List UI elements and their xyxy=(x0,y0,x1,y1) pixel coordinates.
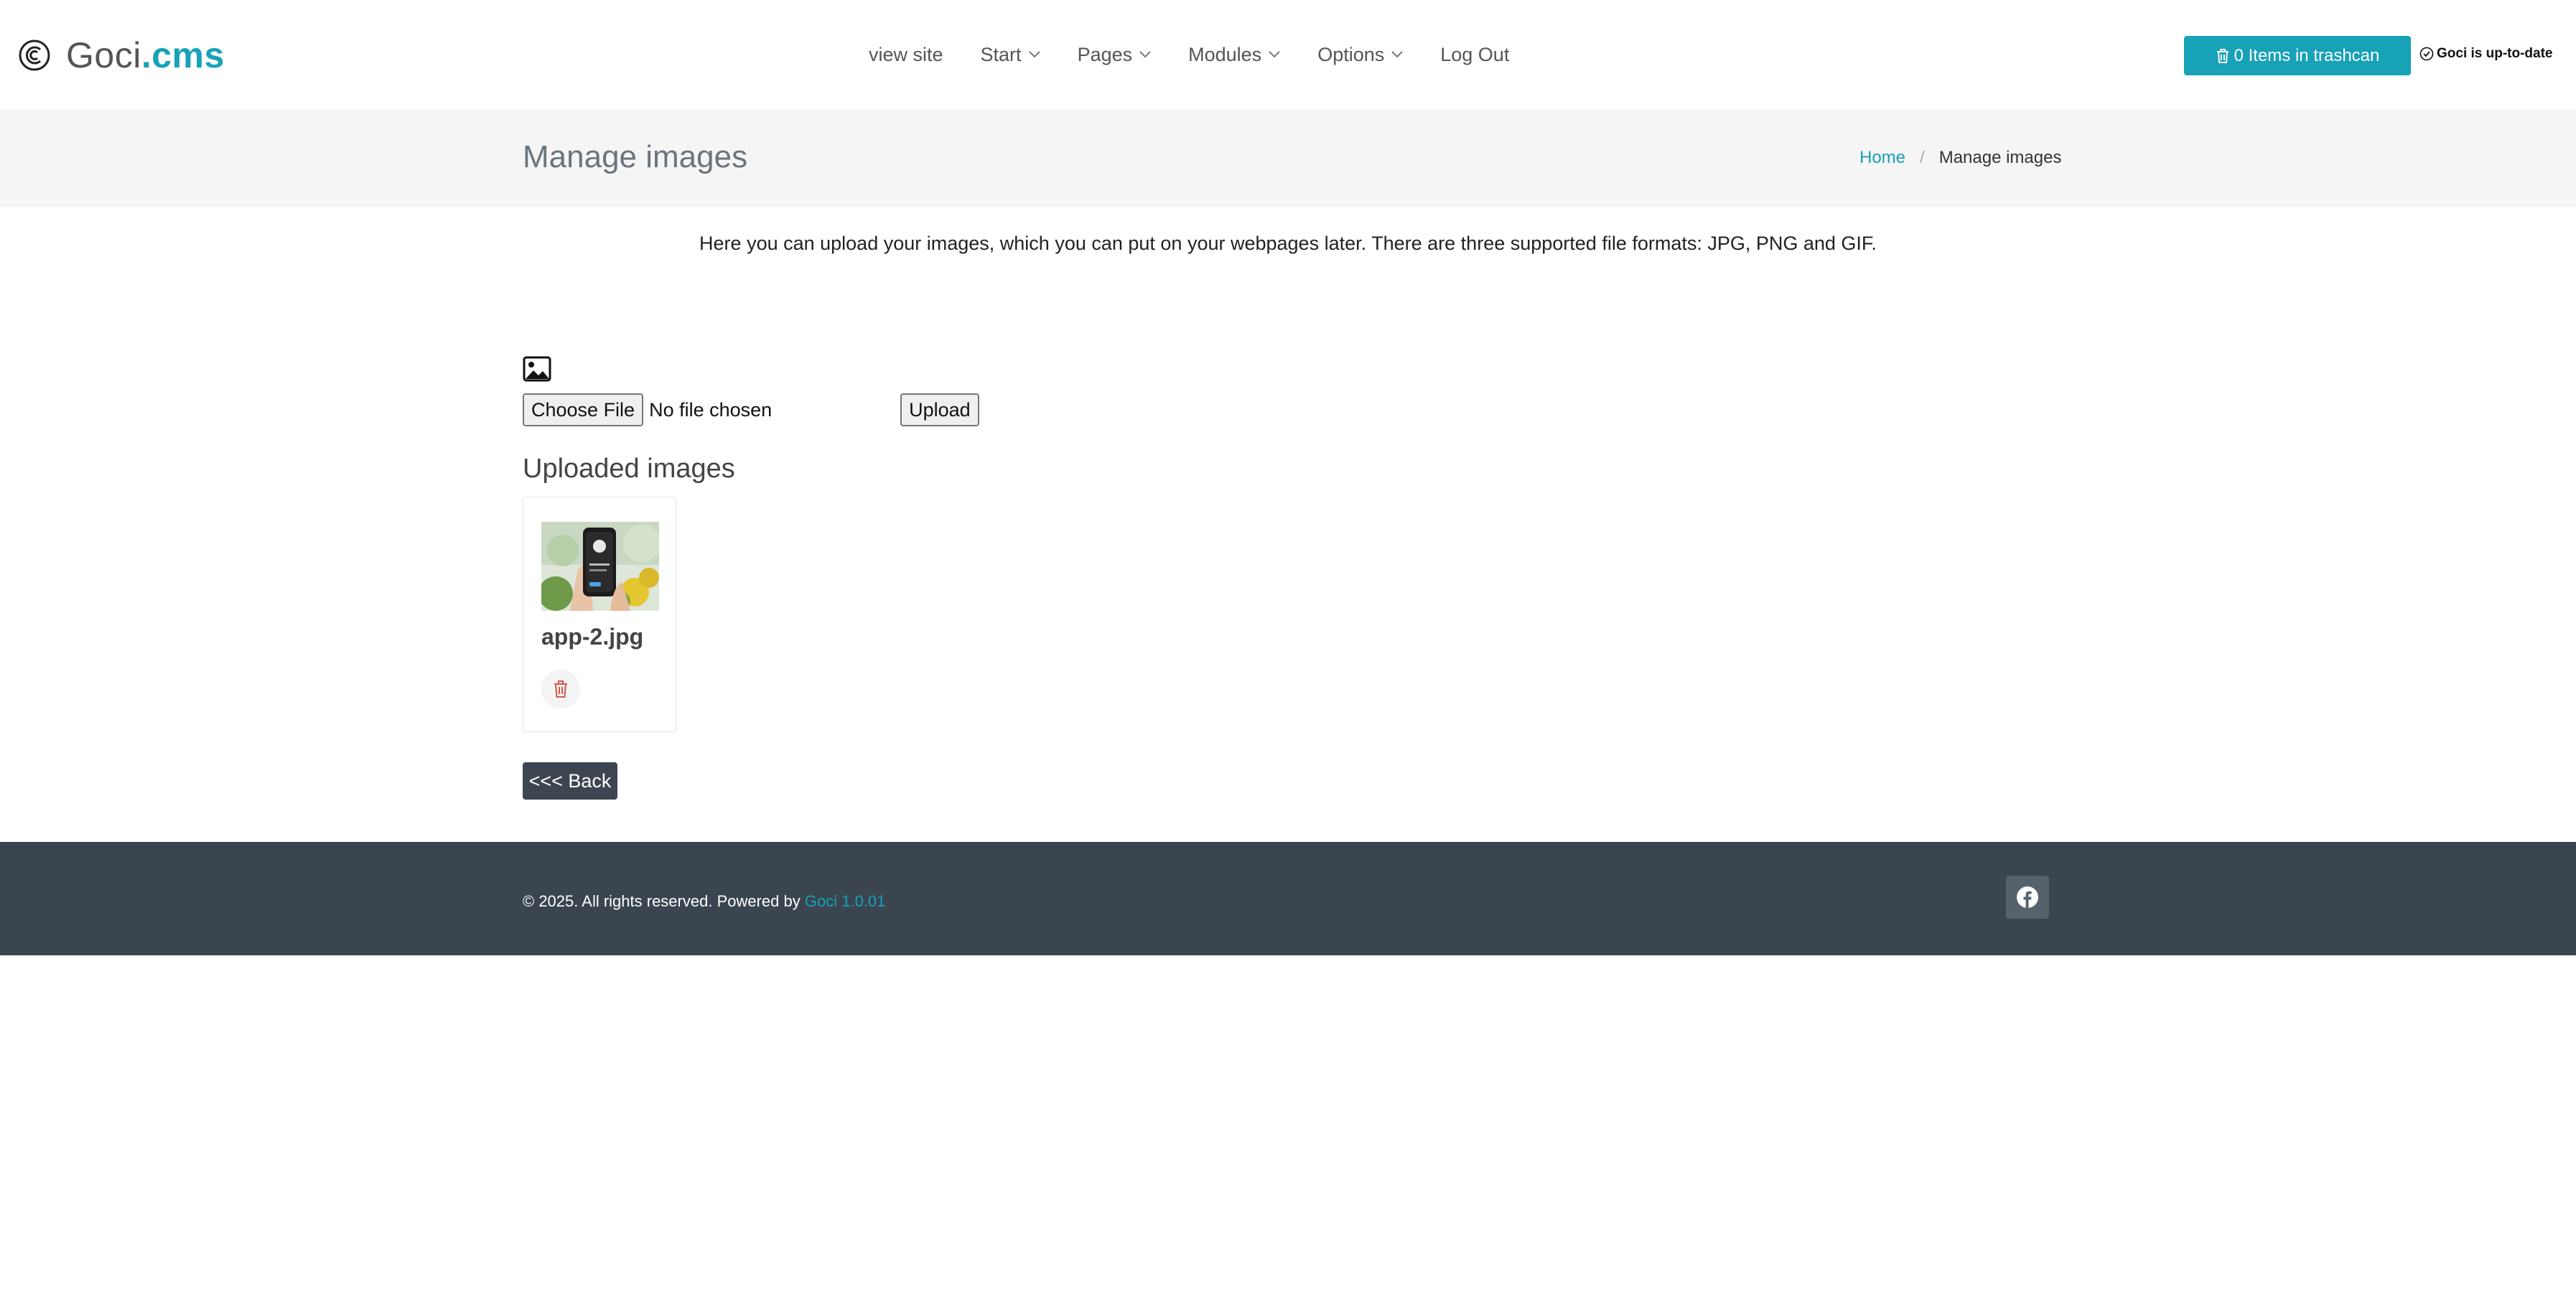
chevron-down-icon xyxy=(1269,51,1280,58)
image-thumbnail[interactable] xyxy=(541,522,659,611)
page-title: Manage images xyxy=(523,139,748,174)
trash-icon xyxy=(554,680,567,698)
nav-view-site[interactable]: view site xyxy=(869,44,943,66)
goci-logo-icon xyxy=(19,39,50,71)
choose-file-button[interactable]: Choose File xyxy=(523,393,644,426)
intro-text: Here you can upload your images, which y… xyxy=(699,233,1877,254)
trash-icon xyxy=(2216,48,2229,63)
breadcrumb-home[interactable]: Home xyxy=(1859,148,1905,168)
trashcan-button[interactable]: 0 Items in trashcan xyxy=(2184,36,2411,75)
delete-image-button[interactable] xyxy=(541,670,580,708)
page-title-bar: Manage images Home / Manage images xyxy=(0,109,2576,207)
trashcan-label: 0 Items in trashcan xyxy=(2234,45,2380,65)
nav-modules[interactable]: Modules xyxy=(1188,44,1280,66)
main-nav: view site Start Pages Modules Options Lo… xyxy=(869,36,1546,73)
update-status-label: Goci is up-to-date xyxy=(2437,46,2553,61)
nav-start[interactable]: Start xyxy=(981,44,1040,66)
logo[interactable]: Goci.cms xyxy=(17,30,225,80)
image-card: app-2.jpg xyxy=(523,497,676,732)
image-filename: app-2.jpg xyxy=(541,624,644,650)
file-upload-row: Choose File No file chosen Upload xyxy=(523,392,979,428)
file-status: No file chosen xyxy=(649,398,773,421)
chevron-down-icon xyxy=(1139,51,1151,58)
back-button[interactable]: <<< Back xyxy=(523,762,617,800)
breadcrumb-separator: / xyxy=(1920,148,1925,167)
breadcrumb: Home / Manage images xyxy=(1859,148,2061,168)
nav-pages[interactable]: Pages xyxy=(1078,44,1152,66)
uploaded-images-heading: Uploaded images xyxy=(523,454,735,484)
logo-text: Goci.cms xyxy=(66,35,225,75)
footer-goci-link[interactable]: Goci 1.0.01 xyxy=(805,892,886,910)
facebook-icon xyxy=(2017,886,2038,908)
facebook-button[interactable] xyxy=(2006,876,2049,919)
upload-button[interactable]: Upload xyxy=(900,393,979,426)
image-icon xyxy=(523,356,551,382)
chevron-down-icon xyxy=(1391,51,1403,58)
footer-copyright: © 2025. All rights reserved. Powered by … xyxy=(523,892,886,910)
update-status: Goci is up-to-date xyxy=(2419,46,2553,62)
footer: © 2025. All rights reserved. Powered by … xyxy=(0,842,2576,955)
check-circle-icon xyxy=(2419,47,2434,61)
nav-log-out[interactable]: Log Out xyxy=(1440,44,1509,66)
nav-options[interactable]: Options xyxy=(1317,44,1403,66)
top-header: Goci.cms view site Start Pages Modules O… xyxy=(0,0,2576,109)
chevron-down-icon xyxy=(1028,51,1040,58)
breadcrumb-current: Manage images xyxy=(1938,148,2062,167)
